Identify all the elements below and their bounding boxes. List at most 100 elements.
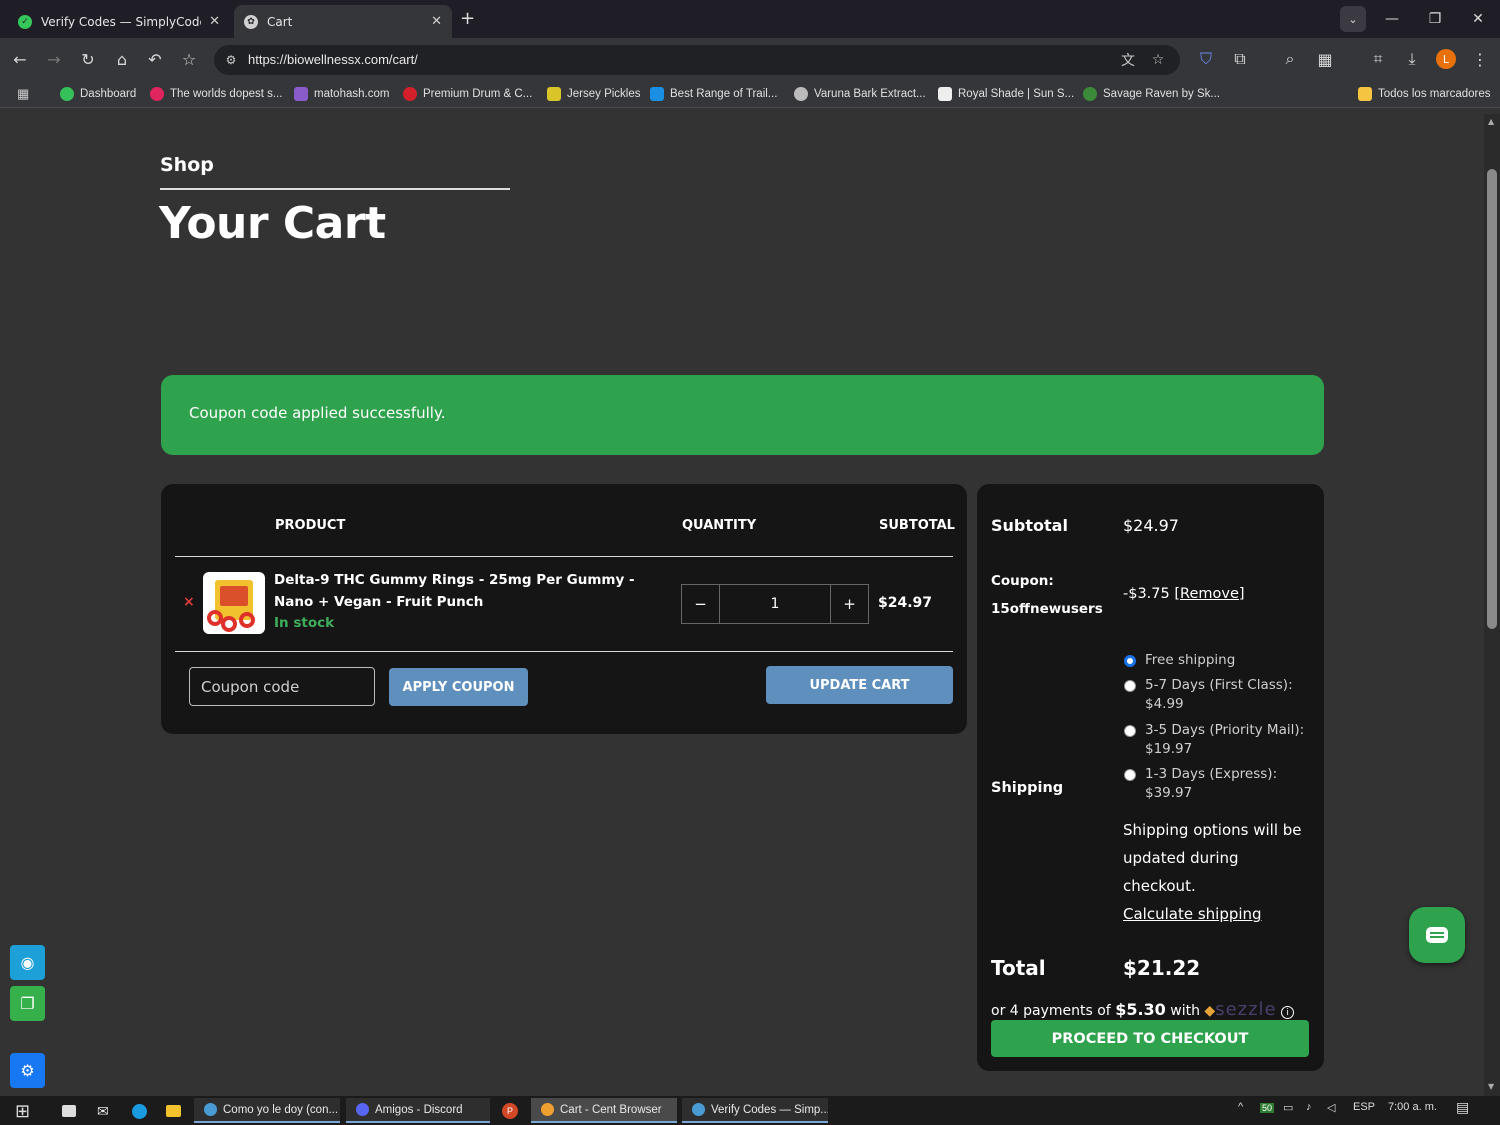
shipping-radio-express[interactable] [1124, 769, 1136, 781]
taskbar-window-discord[interactable]: Amigos - Discord [346, 1098, 490, 1123]
edge-icon[interactable] [132, 1099, 147, 1123]
close-window-button[interactable]: ✕ [1458, 0, 1498, 38]
calculate-shipping-link[interactable]: Calculate shipping [1123, 905, 1262, 923]
settings-gear-icon[interactable]: ⚙ [10, 1053, 45, 1088]
subtotal-label: Subtotal [991, 516, 1068, 535]
profile-avatar[interactable]: L [1436, 49, 1456, 69]
eye-icon[interactable]: ◉ [10, 945, 45, 980]
cent-browser-icon [692, 1103, 705, 1116]
bookmark-trail[interactable]: Best Range of Trail... [650, 86, 777, 102]
tab-search-button[interactable]: ⌄ [1340, 6, 1366, 32]
qr-code-icon[interactable]: ▦ [1313, 47, 1337, 71]
close-tab-icon[interactable]: ✕ [209, 14, 220, 29]
mail-icon[interactable]: ✉ [97, 1099, 109, 1123]
shipping-option-label[interactable]: 3-5 Days (Priority Mail): $19.97 [1145, 721, 1315, 759]
copy-icon[interactable]: ❐ [10, 986, 45, 1021]
task-view-icon[interactable]: ⊞ [15, 1099, 30, 1123]
remove-item-button[interactable]: × [183, 594, 195, 610]
url-text[interactable]: https://biowellnessx.com/cart/ [248, 52, 418, 67]
decrease-quantity-button[interactable]: − [682, 585, 719, 623]
shipping-radio-free[interactable] [1124, 655, 1136, 667]
apps-grid-icon[interactable]: ▦ [17, 86, 29, 102]
tray-overflow-icon[interactable]: ^ [1238, 1101, 1243, 1113]
address-bar[interactable]: ⚙ https://biowellnessx.com/cart/ 文 ☆ [214, 45, 1180, 75]
notifications-icon[interactable]: ▤ [1456, 1099, 1469, 1116]
scroll-up-icon[interactable]: ▲ [1488, 117, 1494, 126]
sezzle-with: with [1170, 1003, 1200, 1019]
shipping-option-label[interactable]: 1-3 Days (Express): $39.97 [1145, 765, 1320, 803]
shipping-radio-first-class[interactable] [1124, 680, 1136, 692]
shipping-option-label[interactable]: 5-7 Days (First Class): $4.99 [1145, 676, 1315, 714]
coupon-code-input[interactable] [189, 667, 375, 706]
store-icon[interactable] [62, 1099, 76, 1123]
bookmark-royal-shade[interactable]: Royal Shade | Sun S... [938, 86, 1074, 102]
close-tab-icon[interactable]: ✕ [431, 14, 442, 29]
crop-icon[interactable]: ⌗ [1366, 47, 1390, 71]
taskbar-window-cart[interactable]: Cart - Cent Browser [531, 1098, 677, 1123]
page-scrollbar[interactable]: ▲ ▼ [1484, 114, 1500, 1096]
translate-icon[interactable]: 文 [1118, 50, 1138, 70]
home-icon[interactable]: ⌂ [110, 47, 134, 71]
quantity-input[interactable]: 1 [719, 585, 831, 623]
reload-icon[interactable]: ↻ [76, 47, 100, 71]
bookmark-page-icon[interactable]: ☆ [1148, 50, 1168, 70]
bookmark-premium-drum[interactable]: Premium Drum & C... [403, 86, 532, 102]
product-thumbnail[interactable] [203, 572, 265, 634]
taskbar-window-verify-codes[interactable]: Verify Codes — Simp... [682, 1098, 828, 1123]
new-tab-button[interactable]: + [460, 8, 475, 29]
microphone-icon[interactable]: ♪ [1306, 1101, 1312, 1113]
update-cart-button[interactable]: UPDATE CART [766, 666, 953, 704]
apply-coupon-button[interactable]: APPLY COUPON [389, 668, 528, 706]
file-explorer-icon[interactable] [166, 1099, 181, 1123]
shipping-option-label[interactable]: Free shipping [1145, 651, 1315, 670]
shipping-radio-priority[interactable] [1124, 725, 1136, 737]
bookmark-dashboard[interactable]: Dashboard [60, 86, 136, 102]
search-icon[interactable]: ⌕ [1278, 47, 1302, 71]
info-icon[interactable]: i [1281, 1006, 1295, 1019]
undo-icon[interactable]: ↶ [143, 47, 167, 71]
bitwarden-icon[interactable]: ⛉ [1194, 47, 1218, 71]
minimize-button[interactable]: — [1372, 0, 1412, 38]
bookmark-jersey-pickles[interactable]: Jersey Pickles [547, 86, 641, 102]
scrollbar-thumb[interactable] [1487, 169, 1497, 629]
forward-icon[interactable]: → [42, 47, 66, 71]
tab-verify-codes[interactable]: ✓ Verify Codes — SimplyCodes ✕ [8, 5, 230, 38]
site-icon [403, 87, 417, 101]
network-icon[interactable]: ▭ [1283, 1101, 1293, 1114]
divider [175, 556, 953, 557]
tab-label: Verify Codes — SimplyCodes [41, 14, 202, 29]
product-name-link[interactable]: Delta-9 THC Gummy Rings - 25mg Per Gummy… [274, 569, 664, 613]
back-icon[interactable]: ← [8, 47, 32, 71]
increase-quantity-button[interactable]: + [831, 585, 868, 623]
cart-table: PRODUCT QUANTITY SUBTOTAL × Delta-9 THC … [161, 484, 967, 734]
scroll-down-icon[interactable]: ▼ [1488, 1082, 1494, 1091]
restore-button[interactable]: ❐ [1415, 0, 1455, 38]
powerpoint-icon[interactable]: P [502, 1099, 518, 1123]
chat-widget-button[interactable] [1409, 907, 1465, 963]
bookmark-dopest[interactable]: The worlds dopest s... [150, 86, 283, 102]
input-language[interactable]: ESP [1353, 1101, 1375, 1113]
clock[interactable]: 7:00 a. m. [1388, 1101, 1437, 1113]
discord-icon [356, 1103, 369, 1116]
proceed-to-checkout-button[interactable]: PROCEED TO CHECKOUT [991, 1020, 1309, 1057]
browser-tab-strip: ✓ Verify Codes — SimplyCodes ✕ ✿ Cart ✕ … [0, 0, 1500, 38]
breadcrumb[interactable]: Shop [160, 154, 214, 176]
bookmark-varuna[interactable]: Varuna Bark Extract... [794, 86, 926, 102]
extensions-icon[interactable]: ⧉ [1228, 47, 1252, 71]
bookmark-matohash[interactable]: matohash.com [294, 86, 389, 102]
site-info-icon[interactable]: ⚙ [222, 51, 240, 69]
bookmark-savage-raven[interactable]: Savage Raven by Sk... [1083, 86, 1220, 102]
taskbar-window-como-yo[interactable]: Como yo le doy (con... [194, 1098, 340, 1123]
volume-icon[interactable]: ◁ [1327, 1101, 1335, 1114]
bookmark-star-icon[interactable]: ☆ [177, 47, 201, 71]
tab-cart[interactable]: ✿ Cart ✕ [234, 5, 452, 38]
header-quantity: QUANTITY [682, 518, 757, 533]
menu-icon[interactable]: ⋮ [1468, 47, 1492, 71]
site-icon [547, 87, 561, 101]
battery-indicator[interactable]: 50 [1260, 1103, 1275, 1113]
sezzle-prefix: or 4 payments of [991, 1003, 1111, 1019]
remove-coupon-link[interactable]: [Remove] [1174, 586, 1244, 602]
shipping-note-text: Shipping options will be updated during … [1123, 821, 1302, 895]
download-icon[interactable]: ⤓ [1400, 47, 1424, 71]
bookmarks-folder[interactable]: Todos los marcadores [1358, 86, 1491, 102]
